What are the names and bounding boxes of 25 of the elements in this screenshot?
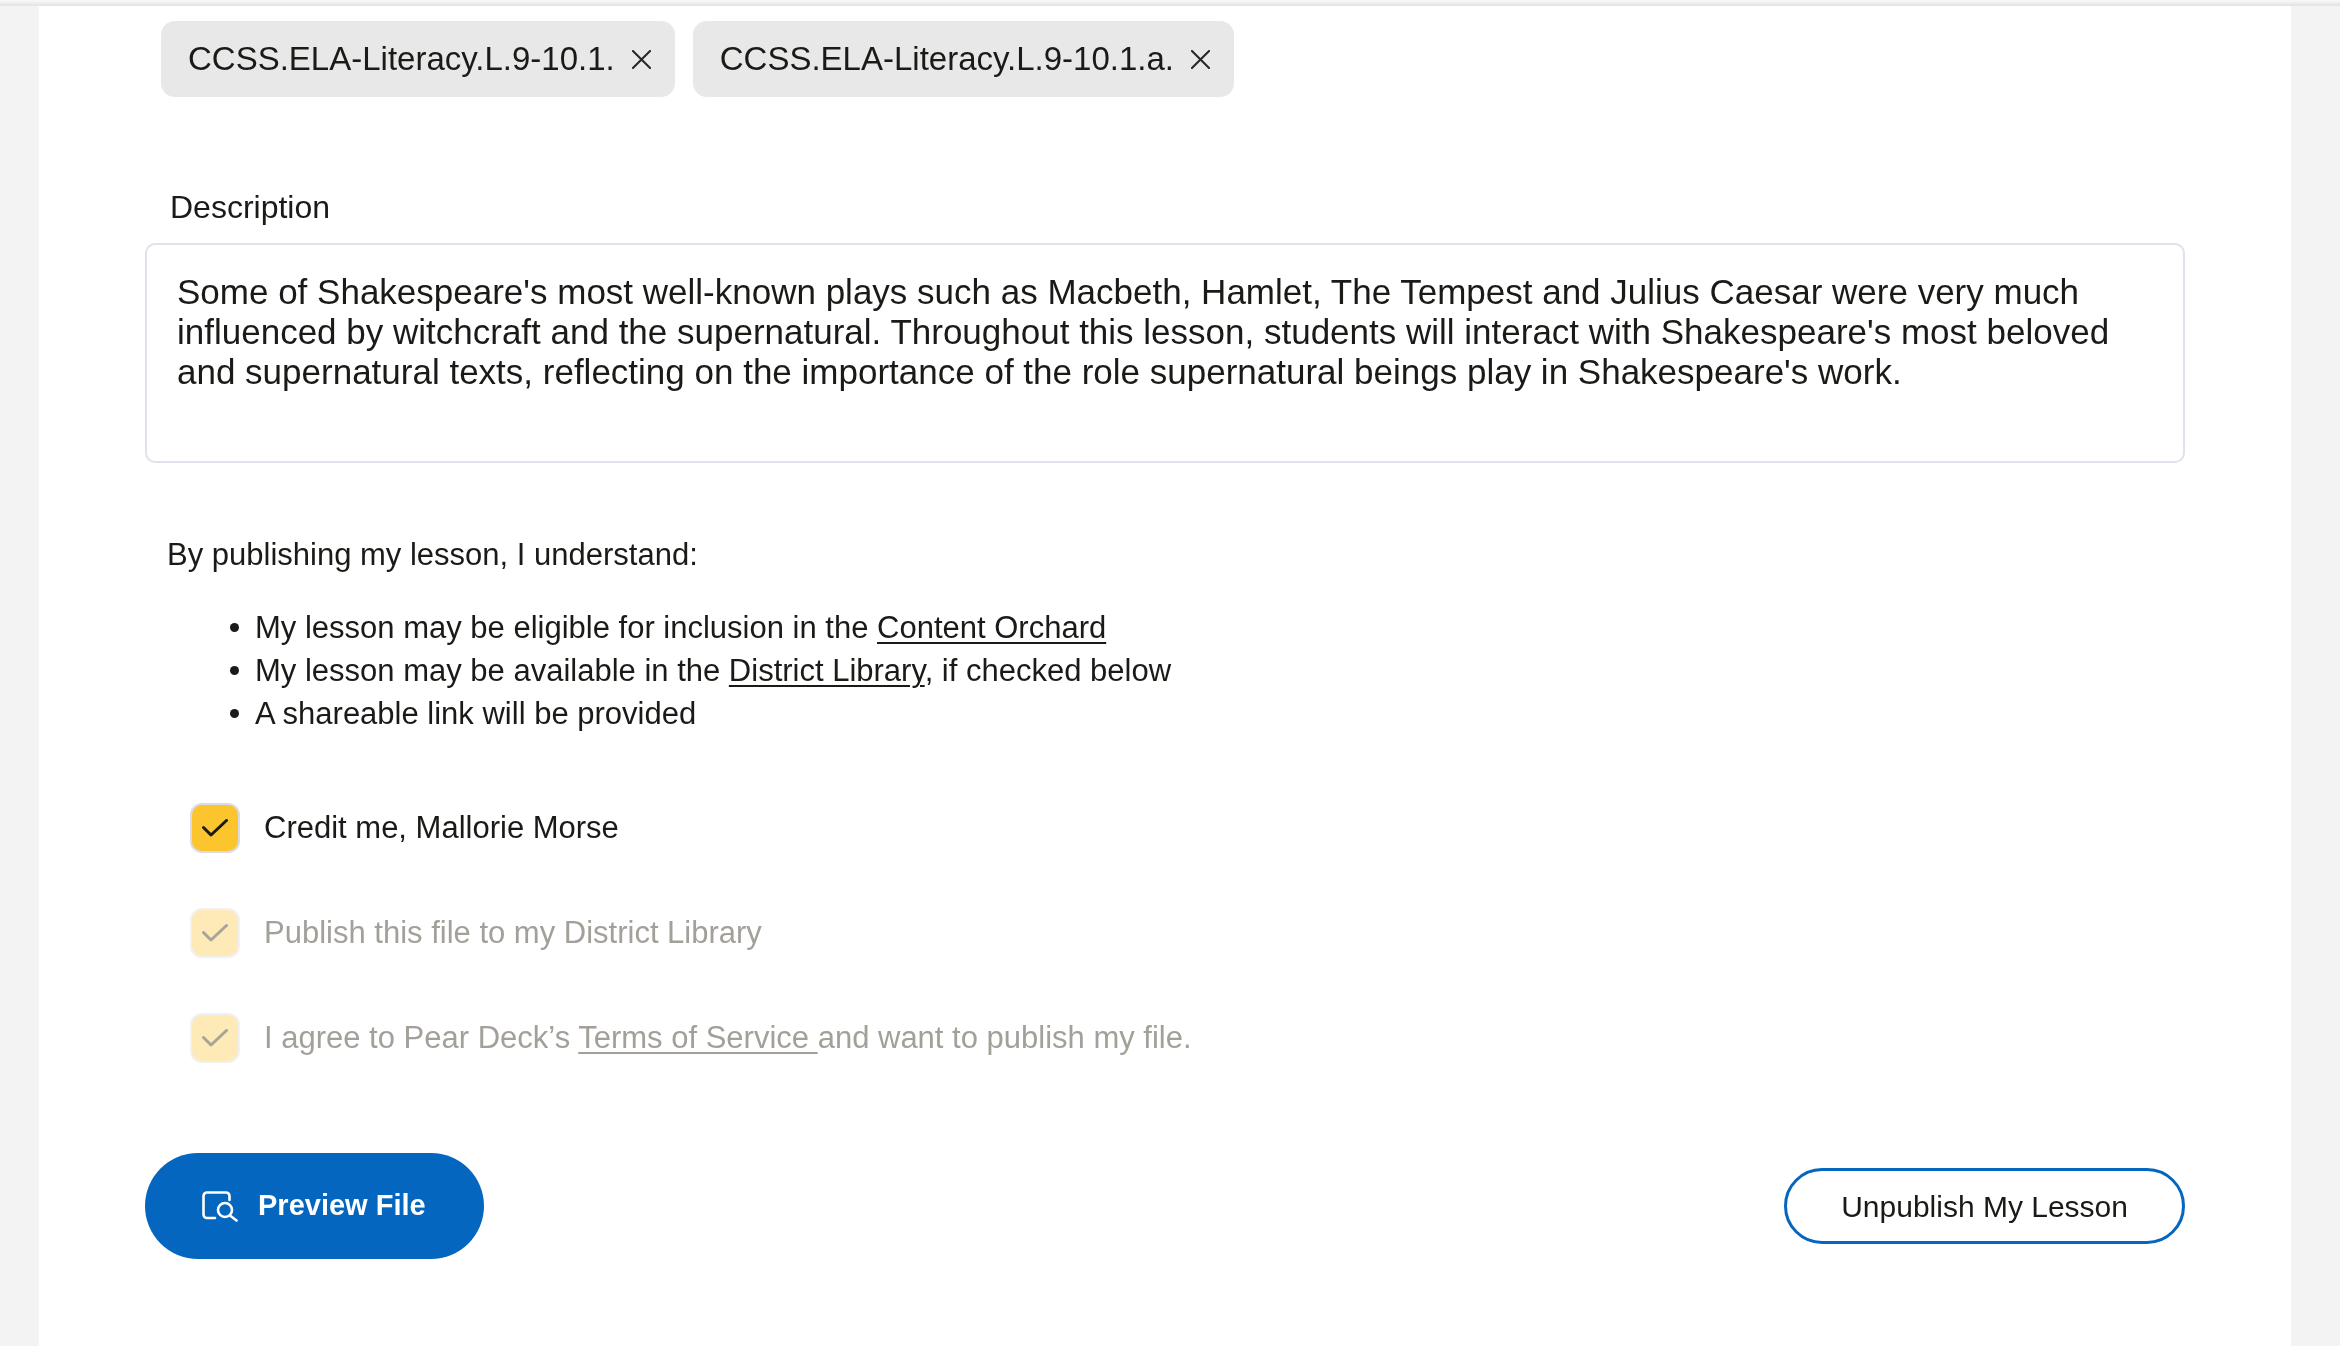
checkbox-label: I agree to Pear Deck’s Terms of Service and want to publish my file. — [264, 1019, 1192, 1057]
field-label: Description — [170, 188, 331, 227]
text-link[interactable]: District Library — [728, 653, 925, 688]
list-item-text: My lesson may be available in the District Library, if checked below — [255, 652, 1172, 690]
checkbox[interactable] — [190, 803, 240, 853]
checkbox-label: Credit me, Mallorie Morse — [264, 809, 619, 847]
unpublish-button[interactable]: Unpublish My Lesson — [1784, 1168, 2185, 1244]
search-icon — [202, 1190, 238, 1222]
list-item-text: My lesson may be eligible for inclusion in the Content Orchard — [255, 609, 1107, 647]
bullet-icon — [230, 709, 239, 718]
bullet-icon — [230, 666, 239, 675]
tag-label: CCSS.ELA-Literacy.L.9-10.1. — [188, 39, 615, 80]
check-icon — [202, 819, 228, 837]
terms-intro: By publishing my lesson, I understand: — [167, 536, 698, 574]
check-icon — [202, 924, 228, 942]
close-icon[interactable] — [1191, 49, 1210, 69]
check-icon — [202, 1029, 228, 1047]
list-item-text: A shareable link will be provided — [255, 695, 697, 733]
close-icon[interactable] — [631, 49, 651, 69]
tag-label: CCSS.ELA-Literacy.L.9-10.1.a. — [719, 39, 1174, 80]
bullet-icon — [230, 623, 239, 632]
description-field[interactable]: Some of Shakespeare's most well-known plays such as Macbeth, Hamlet, The Tempest and Julius Caesar were very much influenced by witchcraft and the supernatural. Throughout this lesson, students will interact with Shakespeare's most beloved and supernatural texts, reflecting on the importance of the role supernatural beings play in Shakespeare's work. — [145, 243, 2185, 463]
checkbox-label: Publish this file to my District Library — [264, 914, 762, 952]
preview-button[interactable]: Preview File — [145, 1153, 484, 1259]
text-link[interactable]: Content Orchard — [877, 610, 1107, 645]
